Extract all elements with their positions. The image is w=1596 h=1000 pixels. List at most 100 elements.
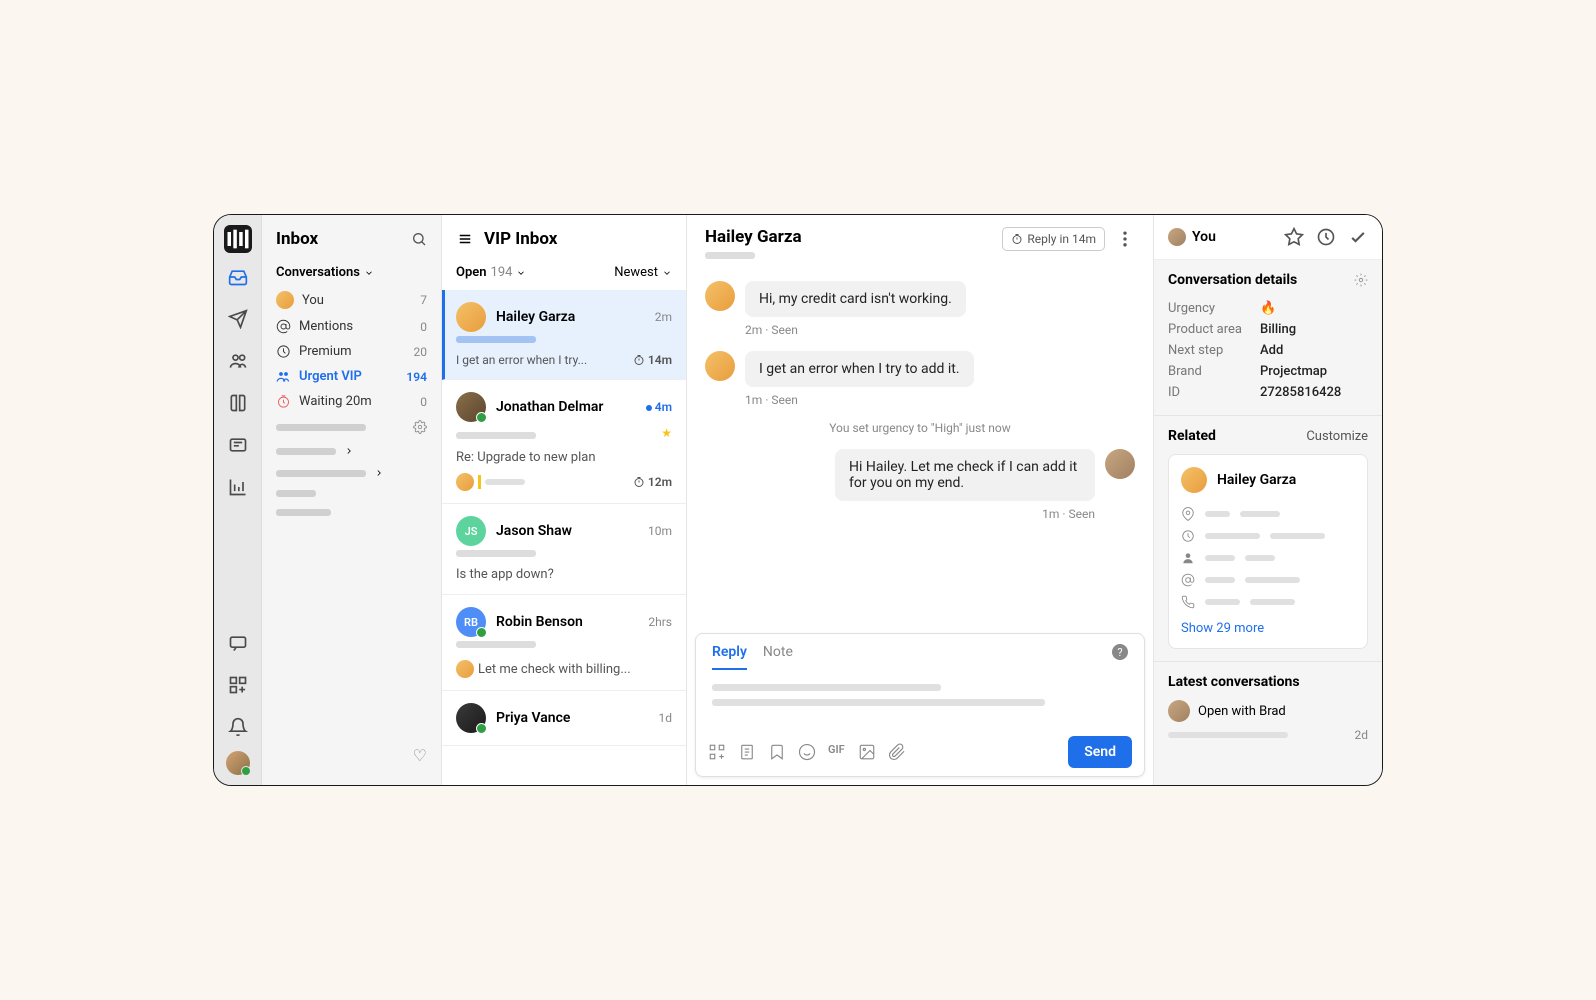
conversations-section[interactable]: Conversations — [262, 259, 441, 286]
placeholder — [456, 550, 536, 557]
card-name: Priya Vance — [496, 710, 648, 726]
card-name: Jason Shaw — [496, 523, 638, 539]
avatar-icon — [276, 291, 294, 309]
card-name: Jonathan Delmar — [496, 399, 636, 415]
emoji-icon[interactable] — [798, 743, 816, 761]
assignee-avatar — [456, 660, 474, 678]
avatar — [1168, 700, 1190, 722]
avatar — [1181, 467, 1207, 493]
search-icon[interactable] — [411, 231, 427, 247]
sidebar-item-you[interactable]: You 7 — [262, 286, 441, 314]
conversation-card[interactable]: JS Jason Shaw 10m Is the app down? — [442, 504, 686, 595]
sidebar-item-waiting[interactable]: Waiting 20m 0 — [262, 389, 441, 414]
notifications-icon[interactable] — [220, 709, 256, 745]
messages: Hi, my credit card isn't working. 2m · S… — [687, 271, 1153, 633]
section-label: Conversations — [276, 265, 360, 280]
user-avatar[interactable] — [226, 751, 250, 775]
sidebar-item-urgent-vip[interactable]: Urgent VIP 194 — [262, 364, 441, 389]
unread-indicator — [646, 405, 652, 411]
articles-icon[interactable] — [220, 385, 256, 421]
conversation-card[interactable]: Priya Vance 1d — [442, 691, 686, 746]
related-name[interactable]: Hailey Garza — [1217, 472, 1296, 488]
status-filter[interactable]: Open 194 — [456, 265, 526, 280]
more-icon[interactable] — [1115, 229, 1135, 249]
reports-icon[interactable] — [220, 469, 256, 505]
bookmark-icon[interactable] — [768, 743, 786, 761]
sidebar-item-mentions[interactable]: Mentions 0 — [262, 314, 441, 339]
latest-conversation-item[interactable]: Open with Brad — [1168, 700, 1368, 722]
detail-label: Next step — [1168, 343, 1252, 358]
news-icon[interactable] — [220, 427, 256, 463]
info-location — [1181, 503, 1355, 525]
assignee-badge[interactable]: You — [1168, 228, 1216, 246]
info-email — [1181, 569, 1355, 591]
list-header: VIP Inbox — [442, 215, 686, 257]
favorite-icon[interactable]: ♡ — [262, 740, 441, 771]
avatar — [1105, 449, 1135, 479]
card-preview: Re: Upgrade to new plan — [456, 450, 672, 465]
conversation-card[interactable]: RB Robin Benson 2hrs Let me check with b… — [442, 595, 686, 691]
macro-icon[interactable] — [708, 743, 726, 761]
card-preview: Is the app down? — [456, 567, 672, 582]
gear-icon[interactable] — [413, 420, 427, 434]
image-icon[interactable] — [858, 743, 876, 761]
related-section: Related Customize Hailey Garza Show 29 m… — [1154, 416, 1382, 662]
app-logo[interactable] — [224, 225, 252, 253]
detail-label: Product area — [1168, 322, 1252, 337]
message-outgoing: Hi Hailey. Let me check if I can add it … — [705, 449, 1135, 501]
customize-link[interactable]: Customize — [1306, 429, 1368, 444]
card-time: 4m — [646, 400, 672, 414]
list-title: VIP Inbox — [484, 229, 557, 249]
chevron-right-icon — [374, 468, 384, 478]
urgency-value[interactable]: 🔥 — [1260, 301, 1276, 316]
list-filters: Open 194 Newest — [442, 257, 686, 290]
sidebar-title: Inbox — [262, 229, 441, 259]
details-toolbar: You — [1154, 215, 1382, 260]
conversation-list: VIP Inbox Open 194 Newest Hailey Garza 2… — [442, 215, 687, 785]
card-name: Robin Benson — [496, 614, 638, 630]
sidebar-item-premium[interactable]: Premium 20 — [262, 339, 441, 364]
system-message: You set urgency to "High" just now — [705, 421, 1135, 435]
product-value[interactable]: Billing — [1260, 322, 1296, 337]
composer-input[interactable] — [696, 670, 1144, 728]
brand-value[interactable]: Projectmap — [1260, 364, 1327, 379]
close-icon[interactable] — [1348, 227, 1368, 247]
help-icon[interactable]: ? — [1112, 644, 1128, 660]
chevron-down-icon — [662, 268, 672, 278]
tab-note[interactable]: Note — [763, 644, 793, 670]
send-icon[interactable] — [220, 301, 256, 337]
chevron-down-icon — [516, 268, 526, 278]
avatar — [456, 302, 486, 332]
placeholder — [485, 479, 525, 485]
attachment-icon[interactable] — [888, 743, 906, 761]
contacts-icon[interactable] — [220, 343, 256, 379]
sidebar-placeholder-row — [262, 414, 441, 440]
article-icon[interactable] — [738, 743, 756, 761]
sidebar-collapsed-section[interactable] — [262, 440, 441, 462]
snooze-icon[interactable] — [1316, 227, 1336, 247]
sidebar-collapsed-section[interactable] — [262, 462, 441, 484]
mention-icon — [276, 319, 291, 334]
placeholder — [705, 252, 755, 259]
item-count: 20 — [414, 345, 428, 359]
messages-icon[interactable] — [220, 625, 256, 661]
send-button[interactable]: Send — [1068, 736, 1132, 768]
nextstep-value[interactable]: Add — [1260, 343, 1283, 358]
sort-filter[interactable]: Newest — [614, 265, 672, 280]
sidebar-placeholder — [262, 484, 441, 503]
composer-toolbar: GIF Send — [696, 728, 1144, 776]
conversation-card[interactable]: Hailey Garza 2m I get an error when I tr… — [442, 290, 686, 380]
clock-icon — [276, 394, 291, 409]
star-icon[interactable] — [1284, 227, 1304, 247]
conversation-card[interactable]: Jonathan Delmar 4m ★ Re: Upgrade to new … — [442, 380, 686, 504]
inbox-icon[interactable] — [220, 259, 256, 295]
details-panel: You Conversation details Urgency🔥 Produc… — [1154, 215, 1382, 785]
show-more-link[interactable]: Show 29 more — [1181, 621, 1355, 636]
gear-icon[interactable] — [1354, 273, 1368, 287]
apps-icon[interactable] — [220, 667, 256, 703]
placeholder — [1168, 732, 1288, 738]
card-preview: Let me check with billing... — [478, 662, 631, 677]
gif-icon[interactable]: GIF — [828, 743, 846, 761]
tab-reply[interactable]: Reply — [712, 644, 747, 670]
menu-icon[interactable] — [456, 232, 474, 246]
